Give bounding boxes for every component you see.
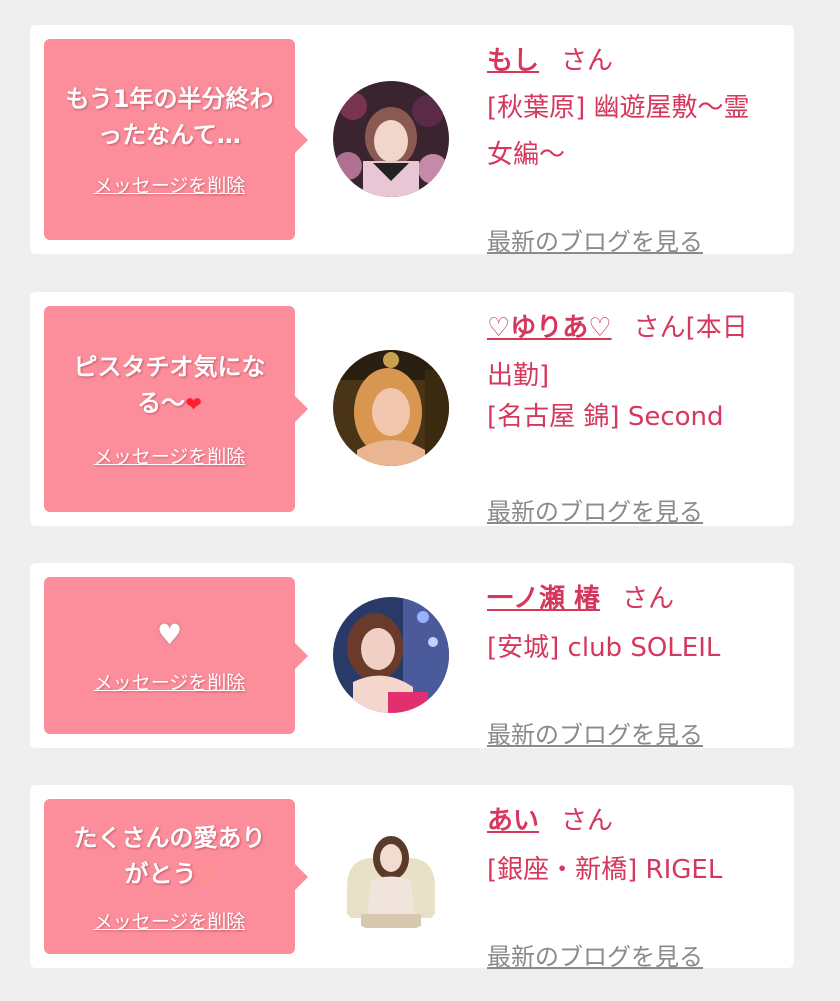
honorific: さん (561, 46, 614, 76)
message-bubble: たくさんの愛あり がとう♡ メッセージを削除 (44, 799, 308, 954)
cast-info: もし さん [秋葉原] 幽遊屋敷〜霊 女編〜 最新のブログを見る (487, 45, 780, 256)
cast-name-link[interactable]: あい (487, 806, 539, 836)
honorific: さん[本日 (633, 313, 748, 343)
delete-message-link[interactable]: メッセージを削除 (94, 907, 246, 934)
honorific-continued: 出勤] (487, 361, 550, 391)
message-text: ピスタチオ気にな る〜❤ (73, 353, 266, 417)
message-card: ♥ メッセージを削除 一ノ瀬 椿さん [安城] club SOLEIL 最新のブ… (30, 563, 794, 749)
latest-blog-link[interactable]: 最新のブログを見る (487, 222, 703, 257)
honorific: さん (622, 584, 675, 614)
delete-message-link[interactable]: メッセージを削除 (94, 171, 246, 198)
avatar[interactable] (333, 597, 449, 713)
message-card: もう1年の半分終わ ったなんて… メッセージを削除 もし さん [秋葉原] 幽遊屋… (30, 25, 794, 256)
message-card: たくさんの愛あり がとう♡ メッセージを削除 あい さん [銀座・新橋] RIGE… (30, 785, 794, 971)
cast-name-link[interactable]: 一ノ瀬 椿 (487, 584, 600, 614)
honorific: さん (561, 806, 614, 836)
message-text: ♥ (157, 617, 182, 654)
shop-name: [秋葉原] 幽遊屋敷〜霊 女編〜 (487, 93, 750, 170)
avatar[interactable] (333, 350, 449, 466)
message-bubble: もう1年の半分終わ ったなんて… メッセージを削除 (44, 39, 308, 240)
shop-name: [安城] club SOLEIL (487, 633, 721, 663)
cast-name-link[interactable]: ♡ゆりあ♡ (487, 313, 612, 343)
shop-name: [銀座・新橋] RIGEL (487, 855, 723, 885)
latest-blog-link[interactable]: 最新のブログを見る (487, 937, 703, 972)
cast-name-link[interactable]: もし (487, 46, 539, 76)
shop-name: [名古屋 錦] Second (487, 402, 724, 432)
cast-info: あい さん [銀座・新橋] RIGEL 最新のブログを見る (487, 805, 780, 971)
latest-blog-link[interactable]: 最新のブログを見る (487, 715, 703, 750)
white-heart-icon: ♥ (156, 617, 183, 651)
cast-info: 一ノ瀬 椿さん [安城] club SOLEIL 最新のブログを見る (487, 583, 780, 749)
message-text: たくさんの愛あり がとう♡ (73, 823, 266, 888)
delete-message-link[interactable]: メッセージを削除 (94, 668, 246, 695)
cast-info: ♡ゆりあ♡ さん[本日 出勤] [名古屋 錦] Second 最新のブログを見る (487, 312, 780, 526)
message-card: ピスタチオ気にな る〜❤ メッセージを削除 ♡ゆりあ♡ さん[本日 出勤] [名古… (30, 292, 794, 526)
delete-message-link[interactable]: メッセージを削除 (94, 442, 246, 469)
latest-blog-link[interactable]: 最新のブログを見る (487, 492, 703, 527)
message-bubble: ♥ メッセージを削除 (44, 577, 308, 734)
message-text: もう1年の半分終わ ったなんて… (65, 85, 274, 149)
heart-hands-icon: ♡ (196, 862, 215, 887)
avatar[interactable] (333, 81, 449, 197)
heart-icon: ❤ (185, 392, 202, 416)
message-bubble: ピスタチオ気にな る〜❤ メッセージを削除 (44, 306, 308, 512)
avatar[interactable] (333, 818, 449, 934)
